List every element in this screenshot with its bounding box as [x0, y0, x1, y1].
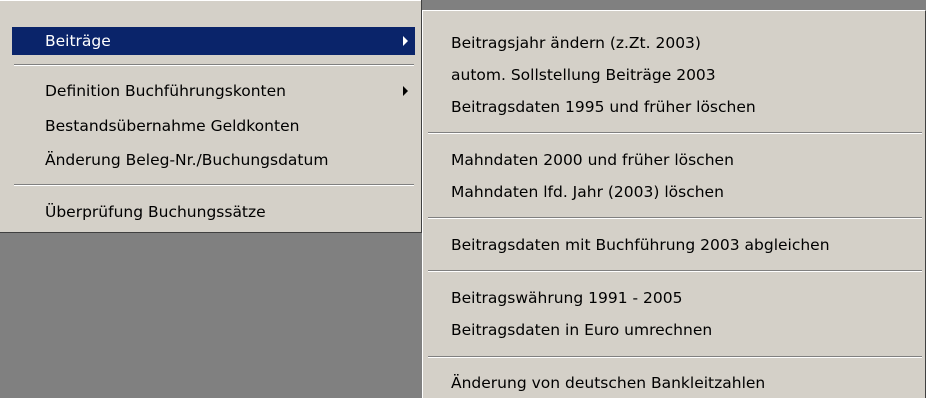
menu-item-label: Definition Buchführungskonten	[45, 82, 286, 100]
menu-separator	[428, 270, 922, 272]
beitraege-submenu: Beitragsjahr ändern (z.Zt. 2003) autom. …	[422, 10, 926, 398]
menu-item-label: Beitragsdaten mit Buchführung 2003 abgle…	[451, 236, 830, 254]
menu-separator	[428, 217, 922, 219]
menu-separator	[14, 184, 414, 186]
menu-item-label: Beitragsjahr ändern (z.Zt. 2003)	[451, 34, 701, 52]
menu-item-label: Bestandsübernahme Geldkonten	[45, 117, 300, 135]
submenu-item-bankleitzahlen[interactable]: Änderung von deutschen Bankleitzahlen	[428, 369, 922, 397]
menu-item-aenderung-beleg-nr[interactable]: Änderung Beleg-Nr./Buchungsdatum	[12, 146, 415, 174]
menu-item-label: Änderung von deutschen Bankleitzahlen	[451, 374, 766, 392]
menu-separator	[428, 356, 922, 358]
background-strip	[422, 0, 926, 10]
menu-item-label: Änderung Beleg-Nr./Buchungsdatum	[45, 151, 329, 169]
menu-item-label: Beitragswährung 1991 - 2005	[451, 289, 683, 307]
submenu-arrow-icon	[403, 36, 408, 46]
menu-item-bestandsuebernahme-geldkonten[interactable]: Bestandsübernahme Geldkonten	[12, 112, 415, 140]
menu-item-definition-buchfuehrungskonten[interactable]: Definition Buchführungskonten	[12, 77, 415, 105]
submenu-arrow-icon	[403, 86, 408, 96]
menu-item-beitraege[interactable]: Beiträge	[12, 27, 415, 55]
submenu-item-autom-sollstellung[interactable]: autom. Sollstellung Beiträge 2003	[428, 61, 922, 89]
main-context-menu: Beiträge Definition Buchführungskonten B…	[0, 0, 422, 233]
submenu-item-euro-umrechnen[interactable]: Beitragsdaten in Euro umrechnen	[428, 316, 922, 344]
menu-item-label: Beiträge	[45, 32, 111, 50]
menu-item-label: Beitragsdaten 1995 und früher löschen	[451, 98, 756, 116]
submenu-item-beitragsdaten-1995-loeschen[interactable]: Beitragsdaten 1995 und früher löschen	[428, 93, 922, 121]
menu-separator	[428, 132, 922, 134]
menu-item-label: autom. Sollstellung Beiträge 2003	[451, 66, 716, 84]
menu-separator	[14, 64, 414, 66]
menu-item-label: Beitragsdaten in Euro umrechnen	[451, 321, 713, 339]
submenu-item-mahndaten-lfd-jahr-loeschen[interactable]: Mahndaten lfd. Jahr (2003) löschen	[428, 178, 922, 206]
submenu-item-beitragsjahr-aendern[interactable]: Beitragsjahr ändern (z.Zt. 2003)	[428, 29, 922, 57]
submenu-item-beitragsdaten-abgleichen[interactable]: Beitragsdaten mit Buchführung 2003 abgle…	[428, 231, 922, 259]
menu-item-ueberpruefung-buchungssaetze[interactable]: Überprüfung Buchungssätze	[12, 198, 415, 226]
menu-item-label: Mahndaten 2000 und früher löschen	[451, 151, 734, 169]
menu-item-label: Mahndaten lfd. Jahr (2003) löschen	[451, 183, 724, 201]
submenu-item-beitragswaehrung[interactable]: Beitragswährung 1991 - 2005	[428, 284, 922, 312]
menu-item-label: Überprüfung Buchungssätze	[45, 203, 266, 221]
submenu-item-mahndaten-2000-loeschen[interactable]: Mahndaten 2000 und früher löschen	[428, 146, 922, 174]
